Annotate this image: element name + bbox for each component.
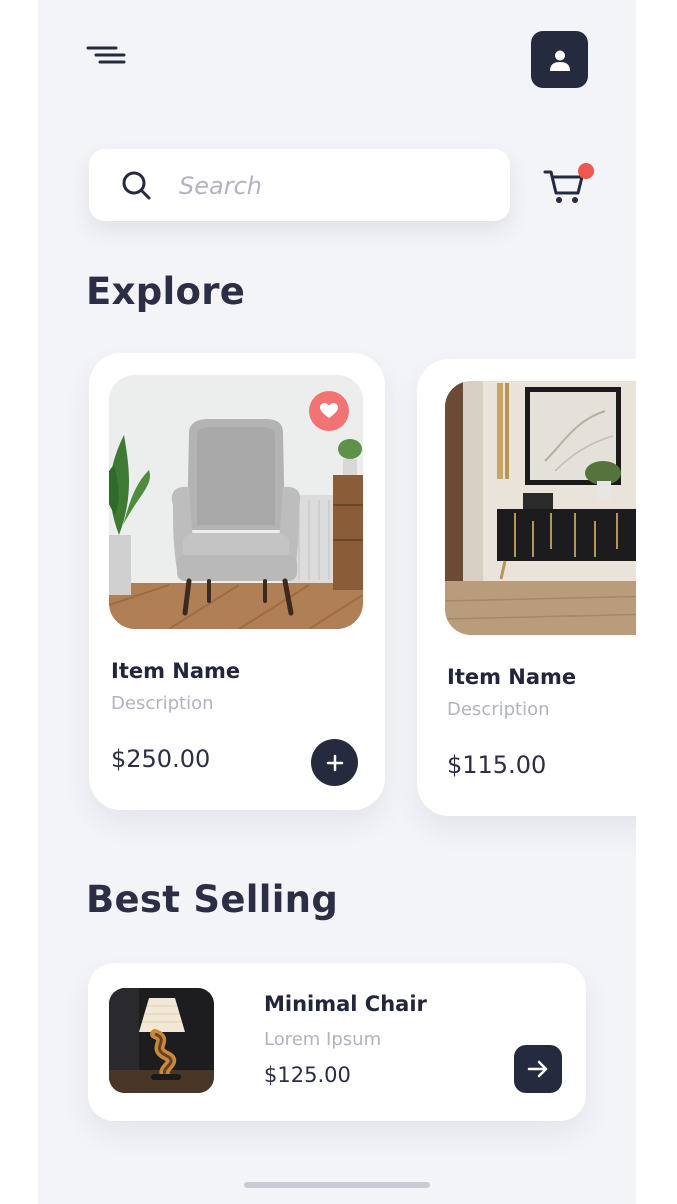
product-image-console xyxy=(445,381,636,635)
hamburger-menu-icon xyxy=(86,46,126,64)
heart-icon xyxy=(320,403,338,418)
menu-button[interactable] xyxy=(86,44,126,74)
profile-button[interactable] xyxy=(531,31,588,88)
favorite-button[interactable] xyxy=(309,391,349,431)
product-card[interactable]: Item Name Description $115.00 xyxy=(417,359,636,816)
product-name: Item Name xyxy=(111,659,241,683)
product-card[interactable]: Item Name Description $250.00 xyxy=(89,353,385,810)
view-item-button[interactable] xyxy=(514,1045,562,1093)
product-image-lamp xyxy=(109,988,214,1093)
plus-icon xyxy=(326,754,343,771)
home-indicator[interactable] xyxy=(244,1182,430,1188)
product-image-armchair xyxy=(109,375,363,629)
best-selling-item[interactable]: Minimal Chair Lorem Ipsum $125.00 xyxy=(88,963,586,1121)
best-selling-price: $125.00 xyxy=(264,1063,351,1087)
cart-notification-dot xyxy=(578,163,594,179)
user-icon xyxy=(549,50,570,71)
arrow-right-icon xyxy=(527,1060,548,1078)
search-input[interactable] xyxy=(177,165,491,207)
cart-button[interactable] xyxy=(543,163,594,209)
search-icon xyxy=(122,171,151,200)
add-to-cart-button[interactable] xyxy=(311,739,358,786)
explore-title: Explore xyxy=(86,270,246,313)
product-description: Description xyxy=(447,699,550,720)
product-description: Description xyxy=(111,693,214,714)
best-selling-title: Best Selling xyxy=(86,878,339,921)
product-name: Item Name xyxy=(447,665,577,689)
product-price: $250.00 xyxy=(111,745,211,773)
best-selling-subtitle: Lorem Ipsum xyxy=(264,1029,382,1050)
product-price: $115.00 xyxy=(447,751,547,779)
search-bar xyxy=(89,149,510,221)
app-screen: Explore xyxy=(38,0,636,1204)
best-selling-name: Minimal Chair xyxy=(264,992,427,1016)
